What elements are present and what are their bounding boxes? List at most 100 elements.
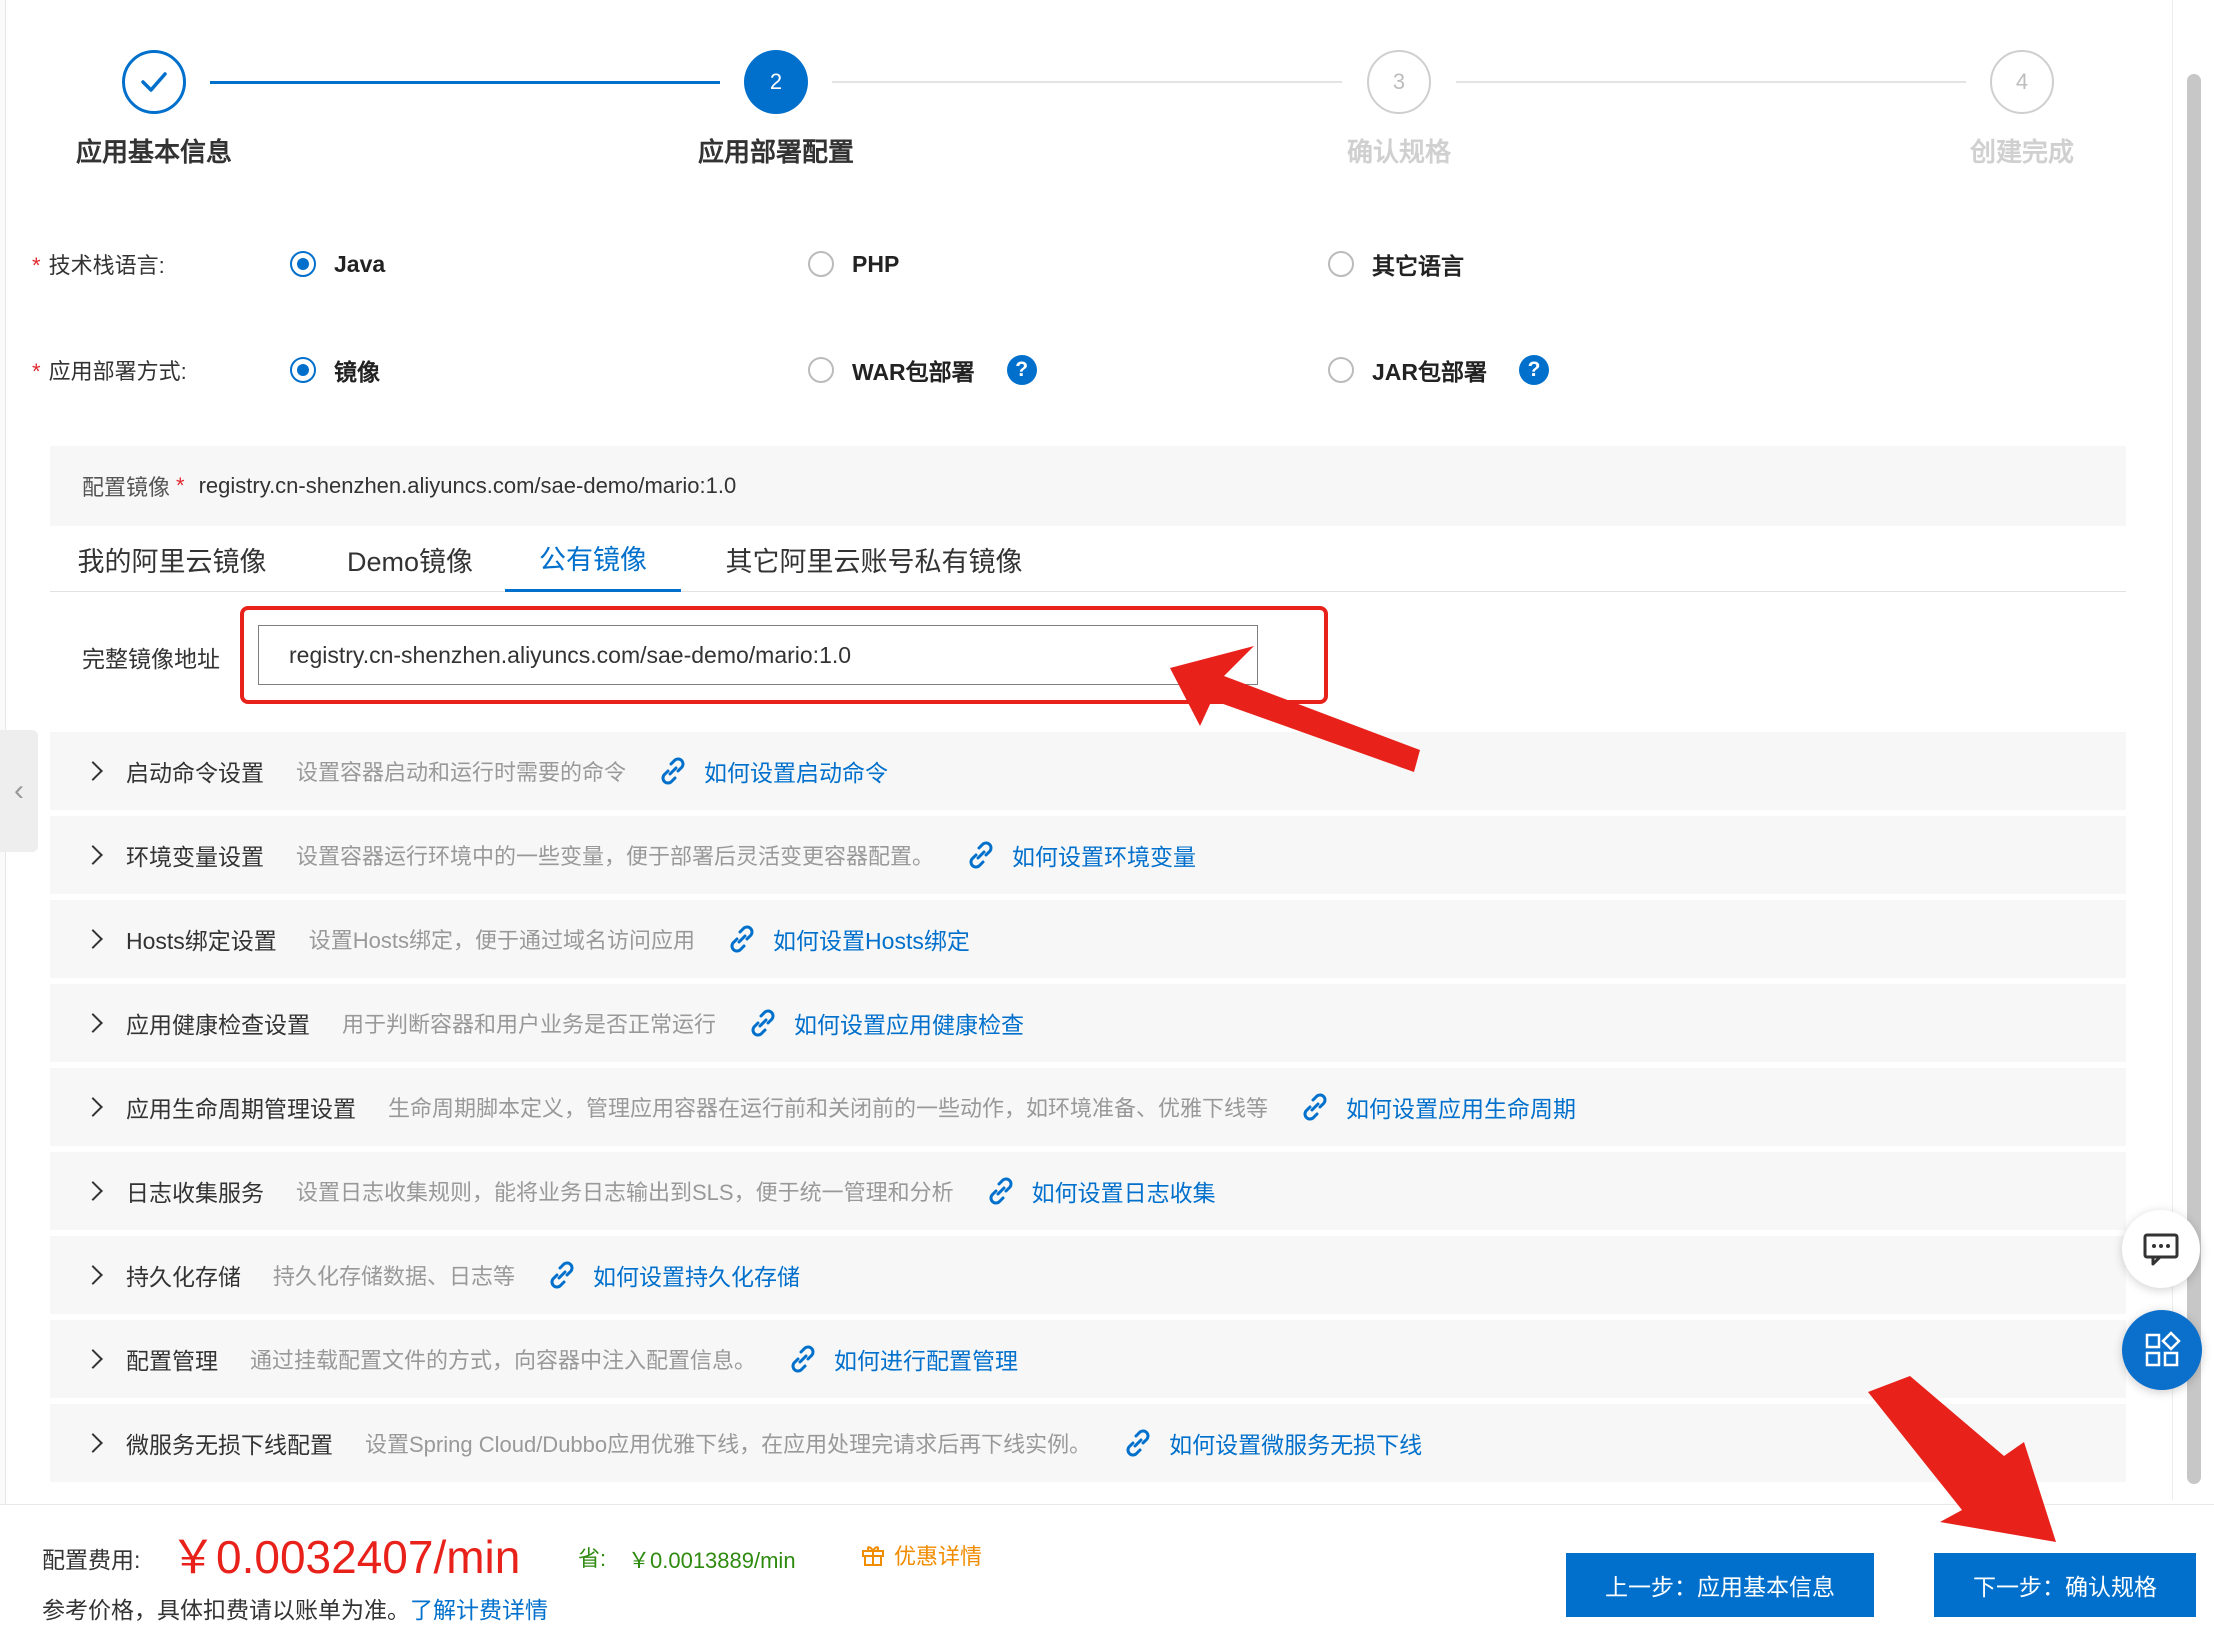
- chevron-right-icon: [83, 1181, 103, 1201]
- radio-image[interactable]: 镜像: [290, 353, 380, 387]
- next-step-button[interactable]: 下一步：确认规格: [1934, 1553, 2196, 1617]
- saving-label: 省:: [578, 1546, 607, 1571]
- chevron-right-icon: [83, 761, 103, 781]
- chat-icon: [2143, 1233, 2179, 1266]
- chevron-right-icon: [83, 845, 103, 865]
- deploy-method-row: * 应用部署方式: 镜像 WAR包部署? JAR包部署?: [32, 350, 1750, 390]
- full-image-address-row: 完整镜像地址: [50, 600, 2126, 712]
- prev-step-button[interactable]: 上一步：应用基本信息: [1566, 1553, 1874, 1617]
- advanced-settings-list: 启动命令设置 设置容器启动和运行时需要的命令 如何设置启动命令 环境变量设置 设…: [50, 732, 2126, 1488]
- promo-link[interactable]: 优惠详情: [860, 1539, 982, 1571]
- list-item-env-variables[interactable]: 环境变量设置 设置容器运行环境中的一些变量，便于部署后灵活变更容器配置。 如何设…: [50, 816, 2126, 894]
- image-config-summary: 配置镜像 * registry.cn-shenzhen.aliyuncs.com…: [50, 446, 2126, 526]
- price-note: 参考价格，具体扣费请以账单为准。了解计费详情: [42, 1591, 548, 1625]
- step-2: 2 应用部署配置: [636, 50, 916, 169]
- price-note-text: 参考价格，具体扣费请以账单为准。: [42, 1597, 410, 1623]
- list-item-lifecycle[interactable]: 应用生命周期管理设置 生命周期脚本定义，管理应用容器在运行前和关闭前的一些动作，…: [50, 1068, 2126, 1146]
- chat-button[interactable]: [2122, 1210, 2200, 1288]
- tech-stack-label-text: 技术栈语言:: [48, 253, 165, 278]
- setting-help-link[interactable]: 如何进行配置管理: [834, 1342, 1018, 1376]
- list-item-config-management[interactable]: 配置管理 通过挂载配置文件的方式，向容器中注入配置信息。 如何进行配置管理: [50, 1320, 2126, 1398]
- apps-button[interactable]: [2122, 1310, 2202, 1390]
- setting-title: 配置管理: [126, 1348, 218, 1374]
- setting-desc: 用于判断容器和用户业务是否正常运行: [342, 1012, 717, 1037]
- chevron-right-icon: [83, 929, 103, 949]
- radio-war-label: WAR包部署: [852, 359, 975, 385]
- check-icon: [141, 72, 167, 92]
- list-item-log-collection[interactable]: 日志收集服务 设置日志收集规则，能将业务日志输出到SLS，便于统一管理和分析 如…: [50, 1152, 2126, 1230]
- apps-grid-icon: [2145, 1331, 2181, 1367]
- footer-bar: 配置费用: ￥0.0032407/min 省: ￥0.0013889/min 优…: [0, 1504, 2214, 1634]
- fee-label: 配置费用:: [42, 1547, 141, 1573]
- link-icon: [725, 922, 759, 956]
- saving-value: ￥0.0013889/min: [628, 1548, 796, 1573]
- promo-label: 优惠详情: [894, 1544, 983, 1569]
- question-circle-icon[interactable]: ?: [1006, 355, 1037, 385]
- step-2-circle: 2: [744, 50, 808, 114]
- chevron-right-icon: [83, 1013, 103, 1033]
- list-item-health-check[interactable]: 应用健康检查设置 用于判断容器和用户业务是否正常运行 如何设置应用健康检查: [50, 984, 2126, 1062]
- sidebar-collapse-handle[interactable]: ‹: [0, 730, 38, 852]
- list-item-graceful-offline[interactable]: 微服务无损下线配置 设置Spring Cloud/Dubbo应用优雅下线，在应用…: [50, 1404, 2126, 1482]
- step-2-title: 应用部署配置: [697, 137, 854, 167]
- radio-java-circle[interactable]: [290, 251, 316, 277]
- fee-value: ￥0.0032407/min: [170, 1531, 521, 1583]
- setting-help-link[interactable]: 如何设置微服务无损下线: [1169, 1426, 1422, 1460]
- radio-other-language-label: 其它语言: [1372, 253, 1464, 279]
- radio-image-circle[interactable]: [290, 357, 316, 383]
- radio-war-circle[interactable]: [808, 357, 834, 383]
- setting-help-link[interactable]: 如何设置Hosts绑定: [773, 922, 970, 956]
- setting-desc: 持久化存储数据、日志等: [273, 1264, 516, 1289]
- step-4-title: 创建完成: [1969, 137, 2074, 167]
- setting-help-link[interactable]: 如何设置日志收集: [1032, 1174, 1216, 1208]
- gift-icon: [862, 1546, 884, 1566]
- radio-other-language-circle[interactable]: [1328, 251, 1354, 277]
- radio-jar-circle[interactable]: [1328, 357, 1354, 383]
- tab-public-images[interactable]: 公有镜像: [505, 526, 681, 592]
- billing-details-link[interactable]: 了解计费详情: [410, 1597, 548, 1623]
- step-4-circle: 4: [1990, 50, 2054, 114]
- radio-php-label: PHP: [852, 250, 900, 277]
- setting-help-link[interactable]: 如何设置持久化存储: [593, 1258, 800, 1292]
- radio-php[interactable]: PHP: [808, 251, 899, 278]
- radio-java[interactable]: Java: [290, 251, 385, 278]
- radio-jar[interactable]: JAR包部署?: [1328, 353, 1550, 387]
- radio-php-circle[interactable]: [808, 251, 834, 277]
- link-icon: [746, 1006, 780, 1040]
- question-circle-icon[interactable]: ?: [1519, 355, 1550, 385]
- image-source-tabs: 我的阿里云镜像 Demo镜像 公有镜像 其它阿里云账号私有镜像: [50, 526, 2126, 592]
- link-icon: [984, 1174, 1018, 1208]
- step-1: 应用基本信息: [14, 50, 294, 169]
- setting-help-link[interactable]: 如何设置应用健康检查: [794, 1006, 1024, 1040]
- radio-war[interactable]: WAR包部署?: [808, 353, 1037, 387]
- radio-jar-label: JAR包部署: [1372, 359, 1488, 385]
- tab-my-aliyun-images[interactable]: 我的阿里云镜像: [78, 526, 267, 592]
- deploy-method-label: * 应用部署方式:: [32, 354, 290, 386]
- full-image-address-input[interactable]: [258, 625, 1258, 685]
- setting-title: Hosts绑定设置: [126, 928, 277, 954]
- full-image-address-label: 完整镜像地址: [82, 646, 220, 672]
- setting-title: 应用健康检查设置: [126, 1012, 310, 1038]
- link-icon: [1121, 1426, 1155, 1460]
- radio-other-language[interactable]: 其它语言: [1328, 247, 1464, 281]
- setting-help-link[interactable]: 如何设置应用生命周期: [1346, 1090, 1576, 1124]
- link-icon: [964, 838, 998, 872]
- tab-demo-images[interactable]: Demo镜像: [342, 526, 478, 592]
- setting-desc: 设置日志收集规则，能将业务日志输出到SLS，便于统一管理和分析: [296, 1180, 954, 1205]
- step-3: 3 确认规格: [1259, 50, 1539, 169]
- list-item-startup-command[interactable]: 启动命令设置 设置容器启动和运行时需要的命令 如何设置启动命令: [50, 732, 2126, 810]
- step-4: 4 创建完成: [1882, 50, 2162, 169]
- setting-desc: 设置容器运行环境中的一些变量，便于部署后灵活变更容器配置。: [296, 844, 935, 869]
- chevron-right-icon: [83, 1433, 103, 1453]
- chevron-left-icon: ‹: [14, 774, 24, 807]
- step-indicator: 应用基本信息 2 应用部署配置 3 确认规格 4 创建完成: [0, 0, 2214, 200]
- setting-help-link[interactable]: 如何设置启动命令: [704, 754, 888, 788]
- list-item-hosts-binding[interactable]: Hosts绑定设置 设置Hosts绑定，便于通过域名访问应用 如何设置Hosts…: [50, 900, 2126, 978]
- radio-java-label: Java: [334, 250, 386, 277]
- tech-stack-row: * 技术栈语言: Java PHP 其它语言: [32, 244, 1750, 284]
- list-item-persistent-storage[interactable]: 持久化存储 持久化存储数据、日志等 如何设置持久化存储: [50, 1236, 2126, 1314]
- image-config-label: 配置镜像: [82, 475, 171, 500]
- setting-help-link[interactable]: 如何设置环境变量: [1012, 838, 1196, 872]
- tab-other-account-private-images[interactable]: 其它阿里云账号私有镜像: [714, 526, 1034, 592]
- setting-desc: 设置Spring Cloud/Dubbo应用优雅下线，在应用处理完请求后再下线实…: [365, 1432, 1092, 1457]
